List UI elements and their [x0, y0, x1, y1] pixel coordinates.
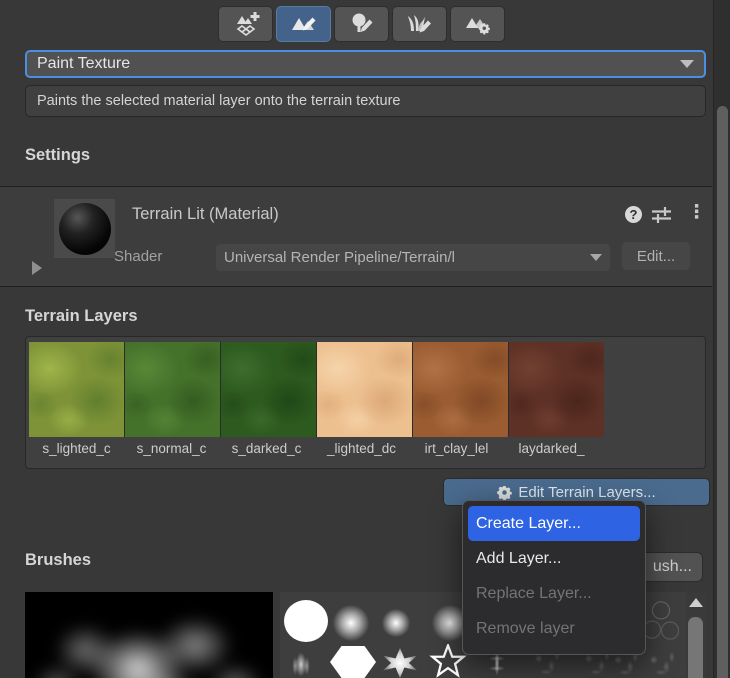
tool-description-text: Paints the selected material layer onto … — [37, 93, 401, 109]
brush-scrollbar-thumb[interactable] — [688, 617, 703, 678]
shader-label: Shader — [114, 248, 162, 265]
paint-trees-button[interactable] — [334, 6, 389, 42]
brush-thumbnail-texture[interactable] — [643, 650, 679, 678]
shader-edit-button[interactable]: Edit... — [622, 242, 690, 270]
terrain-layer-names: s_lighted_c s_normal_c s_darked_c _light… — [29, 441, 604, 456]
terrain-layer-name: laydarked_ — [504, 441, 599, 456]
paint-details-icon — [406, 12, 434, 36]
material-foldout-arrow[interactable] — [32, 261, 42, 275]
terrain-layer-thumbnail[interactable] — [509, 342, 604, 437]
layer-context-menu: Create Layer... Add Layer... Replace Lay… — [462, 500, 646, 655]
terrain-layer-thumbnails — [29, 342, 604, 437]
edit-terrain-layers-label: Edit Terrain Layers... — [518, 484, 655, 501]
brush-thumbnail-solid-circle[interactable] — [284, 600, 328, 642]
brush-thumbnail-starburst[interactable] — [380, 648, 420, 678]
terrain-layer-thumbnail[interactable] — [125, 342, 220, 437]
new-brush-button-label: ush... — [653, 558, 692, 576]
brush-thumbnail-soft-dot[interactable] — [382, 609, 410, 637]
help-icon[interactable]: ? — [625, 206, 642, 223]
terrain-layers-heading: Terrain Layers — [25, 307, 138, 326]
scroll-up-arrow-icon[interactable] — [689, 598, 703, 607]
brush-thumbnail-flame[interactable] — [285, 648, 317, 678]
menu-item-create-layer[interactable]: Create Layer... — [468, 506, 640, 541]
presets-icon[interactable] — [651, 206, 672, 228]
paint-terrain-button[interactable] — [276, 6, 331, 42]
terrain-settings-button[interactable] — [450, 6, 505, 42]
brush-thumbnail-soft-circle[interactable] — [333, 605, 369, 641]
terrain-layer-thumbnail[interactable] — [317, 342, 412, 437]
terrain-layer-name: irt_clay_lel — [409, 441, 504, 456]
menu-item-add-layer[interactable]: Add Layer... — [463, 541, 645, 576]
brush-grid-scrollbar — [686, 592, 706, 678]
terrain-layer-name: s_lighted_c — [29, 441, 124, 456]
menu-item-replace-layer: Replace Layer... — [463, 576, 645, 611]
chevron-down-icon — [590, 254, 602, 261]
chevron-down-icon — [680, 60, 694, 68]
brushes-heading: Brushes — [25, 551, 91, 570]
paint-trees-icon — [348, 12, 376, 36]
terrain-layer-name: s_darked_c — [219, 441, 314, 456]
material-preview[interactable] — [54, 199, 115, 258]
terrain-layer-name: _lighted_dc — [314, 441, 409, 456]
material-sphere-thumbnail — [59, 203, 111, 255]
terrain-layer-name: s_normal_c — [124, 441, 219, 456]
tool-description-box: Paints the selected material layer onto … — [25, 85, 706, 117]
create-neighbor-terrains-button[interactable] — [218, 6, 273, 42]
material-header: Terrain Lit (Material) ? ⋮ Shader Univer… — [0, 186, 712, 287]
terrain-settings-icon — [464, 12, 492, 36]
shader-dropdown[interactable]: Universal Render Pipeline/Terrain/l — [216, 244, 610, 271]
inspector-scrollbar — [713, 0, 730, 678]
paint-details-button[interactable] — [392, 6, 447, 42]
brush-cloud-texture — [25, 592, 273, 678]
terrain-layer-thumbnail[interactable] — [221, 342, 316, 437]
shader-value: Universal Render Pipeline/Terrain/l — [224, 249, 590, 266]
terrain-layer-thumbnail[interactable] — [29, 342, 124, 437]
inspector-scrollbar-thumb[interactable] — [717, 106, 728, 678]
paint-terrain-icon — [290, 12, 318, 36]
terrain-inspector: Paint Texture Paints the selected materi… — [0, 0, 730, 678]
selected-brush-preview — [25, 592, 273, 678]
more-icon[interactable]: ⋮ — [687, 201, 706, 224]
tool-mode-value: Paint Texture — [37, 55, 680, 73]
create-neighbor-terrains-icon — [232, 12, 260, 36]
settings-heading: Settings — [25, 146, 90, 165]
terrain-layer-thumbnail[interactable] — [413, 342, 508, 437]
brush-thumbnail-net[interactable] — [643, 596, 679, 644]
tool-mode-dropdown[interactable]: Paint Texture — [25, 50, 706, 78]
menu-item-remove-layer: Remove layer — [463, 611, 645, 646]
material-title: Terrain Lit (Material) — [132, 205, 279, 224]
terrain-toolbar — [218, 6, 505, 42]
brush-thumbnail-hexagon[interactable] — [330, 646, 376, 678]
gear-icon — [497, 485, 512, 500]
